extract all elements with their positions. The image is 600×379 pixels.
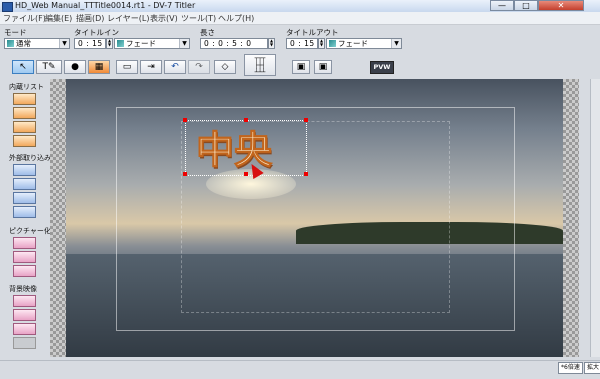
builtin-item-4[interactable]	[13, 135, 36, 147]
undo-icon: ↶	[171, 62, 179, 72]
redo-icon: ↷	[195, 62, 203, 72]
import-item-4[interactable]	[13, 206, 36, 218]
zoom-button[interactable]: 拡大	[584, 362, 600, 374]
import-item-1[interactable]	[13, 164, 36, 176]
resize-handle-tl[interactable]	[183, 118, 187, 122]
app-icon	[2, 2, 13, 12]
title-in-effect: フェード	[126, 39, 156, 48]
vertical-scrollbar[interactable]	[590, 79, 600, 357]
menu-edit[interactable]: 編集(E)	[45, 13, 72, 24]
resize-handle-bl[interactable]	[183, 172, 187, 176]
mode-value: 通常	[16, 39, 31, 48]
align-icon: ┬┬┬ ├┼┤ ┴┴┴	[254, 55, 266, 76]
duration-time[interactable]: 0 : 0 : 5 : 0	[200, 38, 268, 49]
title-out-effect: フェード	[338, 39, 368, 48]
select-tool-button[interactable]: ↖	[12, 60, 34, 74]
paint-tool-button[interactable]: ●	[64, 60, 86, 74]
title-out-spinner[interactable]: ▲ ▼	[318, 38, 325, 49]
menu-file[interactable]: ファイル(F)	[3, 13, 46, 24]
resize-handle-tr[interactable]	[304, 118, 308, 122]
menu-draw[interactable]: 描画(D)	[76, 13, 104, 24]
title-text-object[interactable]: 中央	[195, 119, 272, 174]
sidebar-section-picture: ピクチャー化	[9, 227, 51, 235]
export-button[interactable]: ⇥	[140, 60, 162, 74]
menu-view[interactable]: 表示(V)	[150, 13, 178, 24]
background-item-4[interactable]	[13, 337, 36, 349]
picture-item-3[interactable]	[13, 265, 36, 277]
preview-button[interactable]: PVW	[370, 61, 394, 74]
menu-layer[interactable]: レイヤー(L)	[107, 13, 149, 24]
import-item-2[interactable]	[13, 178, 36, 190]
title-in-label: タイトルイン	[74, 28, 119, 37]
folder-icon: ▭	[122, 62, 132, 72]
eraser-button[interactable]: ◇	[214, 60, 236, 74]
text-tool-icon: T✎	[42, 62, 56, 72]
menu-help[interactable]: ヘルプ(H)	[218, 13, 254, 24]
maximize-button[interactable]: □	[514, 0, 538, 11]
chevron-down-icon: ▼	[59, 39, 69, 48]
save-as-icon: ▣	[318, 62, 328, 72]
title-in-effect-select[interactable]: フェード ▼	[114, 38, 190, 49]
menu-tools[interactable]: ツール(T)	[181, 13, 216, 24]
bmp-tool-button[interactable]: ▦	[88, 60, 110, 74]
menu-bar: ファイル(F) 編集(E) 描画(D) レイヤー(L) 表示(V) ツール(T)…	[0, 12, 600, 25]
palette-icon: ●	[71, 62, 79, 72]
title-in-time[interactable]: 0 : 15	[74, 38, 106, 49]
canvas-margin-right	[563, 79, 579, 357]
chevron-down-icon: ▼	[179, 39, 189, 48]
close-button[interactable]: ✕	[538, 0, 584, 11]
import-item-3[interactable]	[13, 192, 36, 204]
save-button[interactable]: ▣	[292, 60, 310, 74]
export-icon: ⇥	[147, 62, 155, 72]
alignment-grid[interactable]: ┬┬┬ ├┼┤ ┴┴┴	[244, 54, 276, 76]
builtin-item-1[interactable]	[13, 93, 36, 105]
picture-item-2[interactable]	[13, 251, 36, 263]
status-bar	[0, 360, 600, 379]
builtin-item-2[interactable]	[13, 107, 36, 119]
save-icon: ▣	[296, 62, 306, 72]
text-tool-button[interactable]: T✎	[36, 60, 62, 74]
builtin-item-3[interactable]	[13, 121, 36, 133]
background-item-2[interactable]	[13, 309, 36, 321]
redo-button[interactable]: ↷	[188, 60, 210, 74]
picture-item-1[interactable]	[13, 237, 36, 249]
mode-select[interactable]: 通常 ▼	[4, 38, 70, 49]
effect-icon	[329, 40, 336, 47]
save-as-button[interactable]: ▣	[314, 60, 332, 74]
mode-icon	[7, 40, 14, 47]
background-item-1[interactable]	[13, 295, 36, 307]
chevron-down-icon: ▼	[391, 39, 401, 48]
sidebar-section-background: 背景映像	[9, 285, 37, 293]
duration-spinner[interactable]: ▲ ▼	[268, 38, 275, 49]
eraser-icon: ◇	[221, 62, 229, 72]
bmp-icon: ▦	[94, 62, 104, 72]
title-out-label: タイトルアウト	[286, 28, 339, 37]
effect-icon	[117, 40, 124, 47]
minimize-button[interactable]: —	[490, 0, 514, 11]
speed-button[interactable]: *6倍速	[558, 362, 583, 374]
window-title: HD_Web Manual_TTTitle0014.rt1 - DV-7 Tit…	[15, 1, 196, 10]
canvas-margin-left	[50, 79, 66, 357]
title-canvas[interactable]: 中央	[66, 79, 563, 357]
arrow-cursor-icon: ↖	[19, 62, 27, 72]
sidebar-section-builtin: 内蔵リスト	[9, 83, 44, 91]
background-item-3[interactable]	[13, 323, 36, 335]
title-in-spinner[interactable]: ▲ ▼	[106, 38, 113, 49]
title-out-time[interactable]: 0 : 15	[286, 38, 318, 49]
duration-label: 長さ	[200, 28, 215, 37]
undo-button[interactable]: ↶	[164, 60, 186, 74]
resize-handle-br[interactable]	[304, 172, 308, 176]
sidebar-section-import: 外部取り込み	[9, 154, 51, 162]
title-out-effect-select[interactable]: フェード ▼	[326, 38, 402, 49]
open-button[interactable]: ▭	[116, 60, 138, 74]
mode-label: モード	[4, 28, 27, 37]
